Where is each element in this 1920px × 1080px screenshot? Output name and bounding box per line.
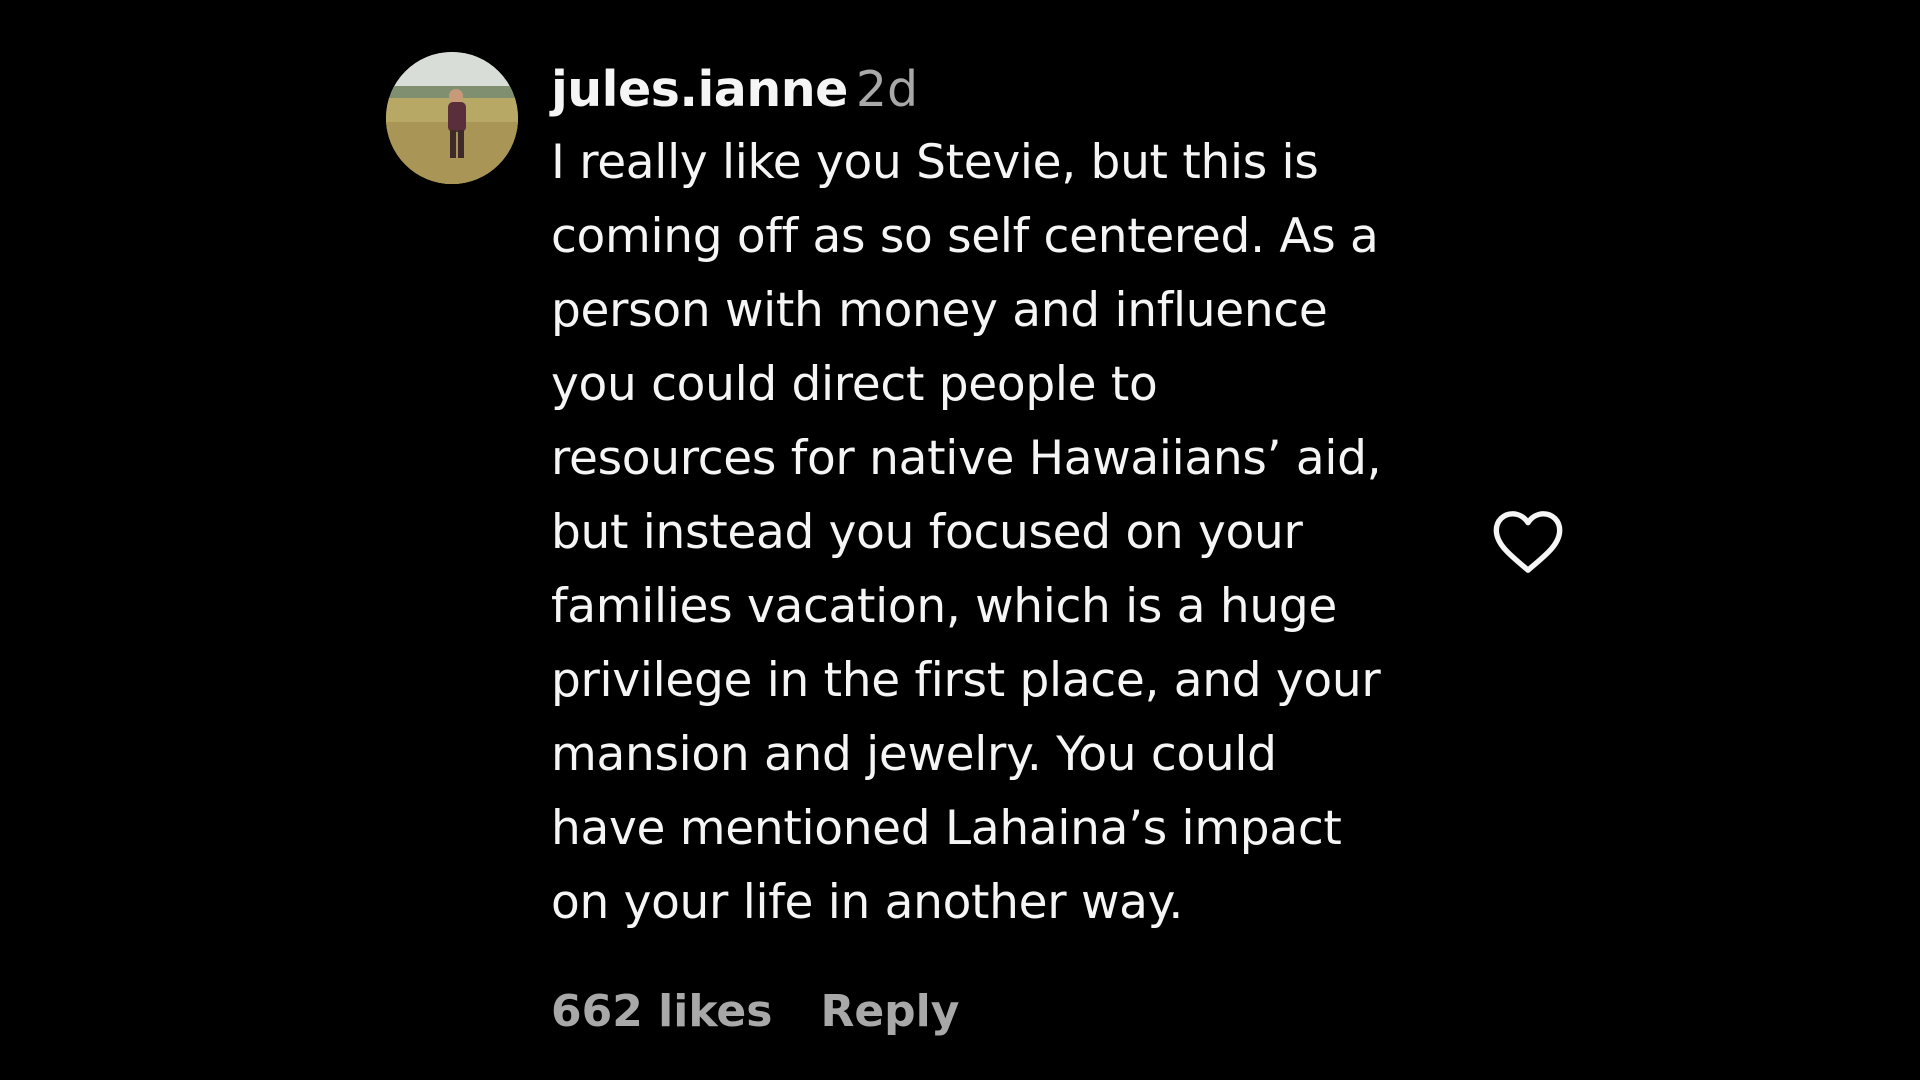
- comment-header: jules.ianne 2d: [551, 58, 1451, 122]
- comment-line: but instead you focused on your: [551, 505, 1303, 560]
- comment-line: privilege in the first place, and your: [551, 653, 1381, 708]
- comment-line: I really like you Stevie, but this is: [551, 135, 1319, 190]
- comment-line: you could direct people to: [551, 357, 1158, 412]
- comment-line: person with money and influence: [551, 283, 1328, 338]
- comment-body: jules.ianne 2d I really like you Stevie, …: [551, 58, 1451, 940]
- username-link[interactable]: jules.ianne: [551, 61, 848, 118]
- comment-line: families vacation, which is a huge: [551, 579, 1338, 634]
- comment-line: on your life in another way.: [551, 875, 1184, 930]
- avatar-photo: [386, 52, 518, 184]
- reply-button[interactable]: Reply: [820, 986, 959, 1037]
- likes-count[interactable]: 662 likes: [551, 986, 772, 1037]
- comment-line: coming off as so self centered. As a: [551, 209, 1379, 264]
- comment-line: mansion and jewelry. You could: [551, 727, 1277, 782]
- like-button[interactable]: [1490, 506, 1566, 576]
- comment-line: resources for native Hawaiians’ aid,: [551, 431, 1382, 486]
- comment-timestamp[interactable]: 2d: [856, 61, 918, 118]
- comment-panel: jules.ianne 2d I really like you Stevie, …: [0, 0, 1920, 1080]
- avatar[interactable]: [386, 52, 518, 184]
- comment-actions: 662 likes Reply: [551, 980, 959, 1044]
- comment-text: I really like you Stevie, but this is co…: [551, 126, 1451, 940]
- comment-line: have mentioned Lahaina’s impact: [551, 801, 1342, 856]
- heart-outline-icon: [1493, 511, 1563, 573]
